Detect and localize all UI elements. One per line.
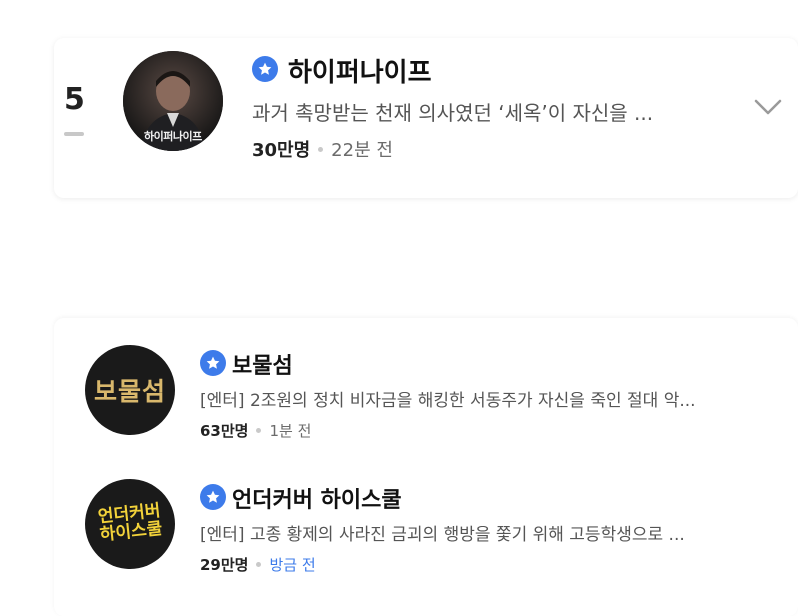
timestamp: 22분 전: [331, 140, 393, 161]
rank-change-indicator: [64, 132, 84, 136]
separator-dot: [318, 147, 324, 152]
item-meta: 63만명 1분 전: [200, 420, 311, 441]
featured-meta: 30만명 22분 전: [252, 136, 393, 162]
rank-number: 5: [64, 82, 85, 117]
thumbnail-item-1[interactable]: 보물섬: [85, 345, 175, 435]
featured-description: 과거 촉망받는 천재 의사였던 ‘세옥’이 자신을 ...: [252, 101, 654, 125]
item-description: [엔터] 2조원의 정치 비자금을 해킹한 서동주가 자신을 죽인 절대 악..…: [200, 391, 696, 411]
logo-text-line-2: 하이스쿨: [98, 518, 163, 546]
featured-title[interactable]: 하이퍼나이프: [288, 52, 432, 89]
poster-title-text: 하이퍼나이프: [144, 130, 202, 143]
viewer-count: 29만명: [200, 556, 249, 574]
star-badge-icon: [252, 56, 278, 82]
item-meta: 29만명 방금 전: [200, 554, 316, 575]
timestamp: 1분 전: [269, 422, 312, 440]
timestamp: 방금 전: [269, 556, 316, 574]
item-title[interactable]: 언더커버 하이스쿨: [232, 482, 402, 514]
viewer-count: 30만명: [252, 140, 311, 161]
chevron-down-icon[interactable]: [754, 98, 782, 116]
item-title[interactable]: 보물섬: [232, 348, 293, 380]
separator-dot: [256, 427, 262, 433]
viewer-count: 63만명: [200, 422, 249, 440]
logo-text: 언더커버 하이스쿨: [97, 501, 163, 546]
thumbnail-item-2[interactable]: 언더커버 하이스쿨: [85, 479, 175, 569]
separator-dot: [256, 561, 262, 567]
star-badge-icon: [200, 484, 226, 510]
logo-text: 보물섬: [93, 377, 166, 406]
star-badge-icon: [200, 350, 226, 376]
item-description: [엔터] 고종 황제의 사라진 금괴의 행방을 쫓기 위해 고등학생으로 ...: [200, 525, 685, 545]
